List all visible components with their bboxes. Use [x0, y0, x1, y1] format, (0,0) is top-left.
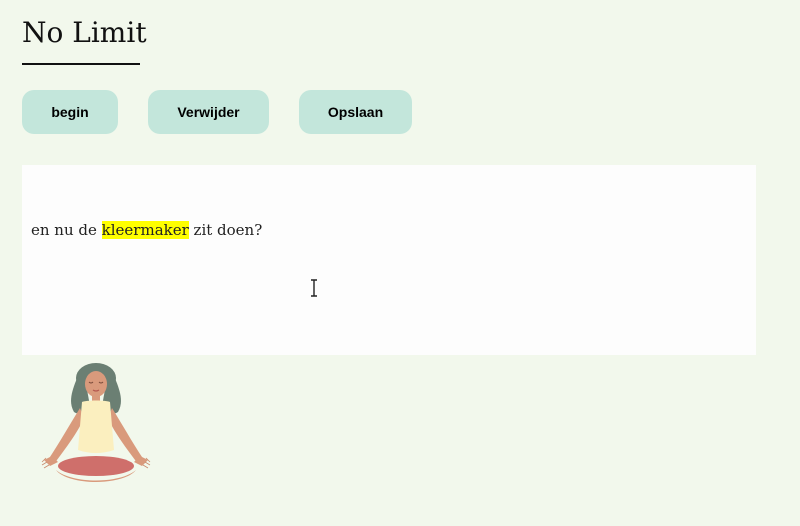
text-cursor-icon	[311, 279, 317, 297]
highlighted-word[interactable]: kleermaker	[101, 221, 189, 239]
begin-button[interactable]: begin	[22, 90, 118, 134]
editor-text-after: zit doen?	[188, 221, 263, 239]
page-title: No Limit	[22, 16, 147, 49]
title-underline	[22, 63, 140, 65]
meditating-woman-illustration	[41, 363, 151, 482]
save-button[interactable]: Opslaan	[299, 90, 412, 134]
text-editor[interactable]: en nu de kleermaker zit doen?	[22, 165, 756, 355]
editor-text-before: en nu de	[31, 221, 102, 239]
delete-button[interactable]: Verwijder	[148, 90, 269, 134]
editor-content[interactable]: en nu de kleermaker zit doen?	[31, 219, 262, 241]
